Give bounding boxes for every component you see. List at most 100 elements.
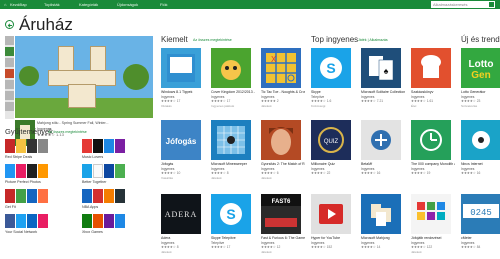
app-tile-blocks[interactable] <box>411 194 451 234</box>
fast-icon: FAST6 <box>261 194 301 234</box>
soccer-icon <box>461 120 500 160</box>
app-tile-jofogas[interactable]: Jófogás <box>161 120 201 160</box>
app-tile-meta[interactable]: Tic Tac Toe - Noughts & CrossesIngyenes★… <box>261 90 305 110</box>
app-stars: ★★★★☆ 16 <box>361 171 381 175</box>
app-tile-lotto[interactable]: Lotto Gen <box>461 48 500 88</box>
hyper-icon <box>311 194 351 234</box>
svg-text:FAST6: FAST6 <box>272 199 291 205</box>
hero-thumbnail-strip[interactable] <box>5 36 14 119</box>
app-tile-meta[interactable]: Skype Telepítve Telepítve ★★★★☆ 17 <box>211 236 255 256</box>
nav-item-home[interactable]: Kezdőlap <box>10 1 27 8</box>
app-foot: Játékok <box>211 175 222 180</box>
app-tile-face[interactable] <box>261 120 301 160</box>
collections-see-all-link[interactable]: Az összes megtekintése <box>48 130 87 135</box>
app-stars: ★★★★☆ 152 <box>311 245 333 249</box>
app-tile-meta[interactable]: Gyorsítás 2: The Match of RavenwoodIngye… <box>261 162 305 182</box>
app-tile-meta[interactable]: Microsoft Minesweeper Ingyenes ★★★★☆ 8 Játé… <box>211 162 255 182</box>
app-tile-mahjong[interactable] <box>361 194 401 234</box>
app-tile-cut[interactable] <box>211 48 251 88</box>
collection-music-lovers[interactable]: Music Lovers <box>82 139 148 163</box>
app-tile-meta[interactable]: Adera Ingyenes ★★★★☆ 8 Játékok <box>161 236 205 256</box>
skype-icon: S <box>211 194 251 234</box>
app-foot: Játékok <box>161 249 172 254</box>
svg-text:QUIZ: QUIZ <box>324 139 339 145</box>
section-top-free-title: Top ingyenes <box>311 35 359 44</box>
app-tile-meta[interactable]: Nincs Internet Ingyenes ★★★★☆ 16 <box>461 162 500 182</box>
nav-item-account[interactable]: Fiók <box>160 1 168 8</box>
back-arrow-icon <box>7 23 12 28</box>
collection-red-stripe-deals[interactable]: Red Stripe Deals <box>5 139 71 163</box>
blocks-icon <box>411 194 451 234</box>
collection-nba-apps[interactable]: NBA Apps <box>82 189 148 213</box>
app-name: Microsoft Solitaire Collection <box>361 90 405 94</box>
app-tile-fast[interactable]: FAST6 <box>261 194 301 234</box>
top-nav-bar: ⌂ Kezdőlap Toplisták Kategóriák Újdonság… <box>0 0 500 9</box>
back-button[interactable] <box>5 20 14 29</box>
svg-text:Jófogás: Jófogás <box>166 137 197 146</box>
nav-home-icon[interactable]: ⌂ <box>4 1 6 8</box>
nav-item-toplists[interactable]: Toplisták <box>44 1 60 8</box>
app-tile-quiz[interactable]: QUIZ <box>311 120 351 160</box>
tips-icon <box>161 48 201 88</box>
section-top-free-filter[interactable]: Játék | Alkalmazás <box>358 38 388 43</box>
app-tile-meta[interactable]: Szakácskönyv Ingyenes ★★★★☆ 1.61 Étel <box>411 90 455 110</box>
app-tile-meta[interactable]: Hyper for YouTube Ingyenes ★★★★☆ 152 <box>311 236 355 256</box>
section-new-trending-title: Új és trendi <box>461 35 500 44</box>
app-tile-meta[interactable]: Jófojátb rendezései Ingyenes ★★★★☆ 122 Játé… <box>411 236 455 256</box>
svg-text:ADERA: ADERA <box>165 210 198 219</box>
app-tile-meta[interactable]: Windows 8.1 Tippek Ingyenes ★★★★☆ 17 Oktatá… <box>161 90 205 110</box>
quiz-icon: QUIZ <box>311 120 351 160</box>
app-tile-beta[interactable] <box>361 120 401 160</box>
meter-icon: 0245 <box>461 194 500 234</box>
app-tile-cards[interactable]: ♠ <box>361 48 401 88</box>
collection-picture-perfect-photos[interactable]: Picture Perfect Photos <box>5 164 71 188</box>
collection-your-social-network[interactable]: Your Social Network <box>5 214 71 238</box>
nav-item-categories[interactable]: Kategóriák <box>79 1 98 8</box>
app-foot: Játékok <box>261 249 272 254</box>
app-tile-adera[interactable]: ADERA <box>161 194 201 234</box>
app-foot: Játékok <box>411 249 422 254</box>
mahjong-icon <box>361 194 401 234</box>
app-tile-meter[interactable]: 0245 <box>461 194 500 234</box>
app-tile-skype[interactable]: S <box>211 194 251 234</box>
app-tile-meta[interactable]: BetaMf Ingyenes ★★★★☆ 16 <box>361 162 405 182</box>
app-tile-meta[interactable]: Lotto Generátor Ingyenes ★★★★☆ 23 Szórakozá… <box>461 90 500 110</box>
lotto-icon: Lotto Gen <box>461 48 500 88</box>
hero-app-name: Mahjong stílu - Spring Summer Fall, Wint… <box>37 121 109 125</box>
mine-icon <box>211 120 251 160</box>
app-tile-chef[interactable] <box>411 48 451 88</box>
app-stars: ★★★★☆ 16 <box>461 171 481 175</box>
collection-better-together[interactable]: Better Together <box>82 164 148 188</box>
app-tile-meta[interactable]: cMeter Ingyenes ★★★★☆ 84 <box>461 236 500 256</box>
app-tile-soccer[interactable] <box>461 120 500 160</box>
app-tile-hyper[interactable] <box>311 194 351 234</box>
app-tile-tips[interactable] <box>161 48 201 88</box>
svg-text:Lotto: Lotto <box>469 59 494 70</box>
search-input[interactable]: Alkalmazáskeresés <box>431 1 495 8</box>
app-tile-skype[interactable]: S <box>311 48 351 88</box>
app-tile-meta[interactable]: Millionaire Quiz Ingyenes ★★★★☆ 22 <box>311 162 355 182</box>
app-tile-meta[interactable]: The 000 company Monolith attentionIngyen… <box>411 162 455 182</box>
section-featured-see-all[interactable]: Az összes megtekintése <box>193 38 232 43</box>
nav-item-new[interactable]: Újdonságok <box>117 1 138 8</box>
app-tile-meta[interactable]: Microsoft Mahjong Ingyenes ★★★★☆ 14 <box>361 236 405 256</box>
app-tile-meta[interactable]: Cover Kingdom 2012/2013 - ingyenes Ingyen… <box>211 90 255 110</box>
app-stars: ★★★★☆ 19 <box>411 171 431 175</box>
hero-banner-mahjong[interactable] <box>15 36 153 118</box>
search-icon[interactable] <box>489 2 494 7</box>
app-tile-ttt[interactable]: X <box>261 48 301 88</box>
collection-xbox-games[interactable]: Xbox Games <box>82 214 148 238</box>
app-tile-mine[interactable] <box>211 120 251 160</box>
app-tile-meta[interactable]: Microsoft Solitaire Collection Ingyenes ★★… <box>361 90 405 110</box>
app-tile-meta[interactable]: Skype Telepítve ★★★★☆ 1.6 Közösségi <box>311 90 355 110</box>
app-foot: Szórakozás <box>461 103 478 108</box>
jofogas-icon: Jófogás <box>161 120 201 160</box>
app-foot: Vásárlás <box>161 175 174 180</box>
app-tile-meta[interactable]: Fast & Furious 6: The Game Ingyenes ★★★★☆ … <box>261 236 305 256</box>
app-tile-meta[interactable]: Jófogás Ingyenes ★★★★☆ 10 Vásárlás <box>161 162 205 182</box>
section-featured-title: Kiemelt <box>161 35 188 44</box>
skype-icon: S <box>311 48 351 88</box>
app-tile-clock[interactable] <box>411 120 451 160</box>
collection-get-fit[interactable]: Get Fit <box>5 189 71 213</box>
adera-icon: ADERA <box>161 194 201 234</box>
